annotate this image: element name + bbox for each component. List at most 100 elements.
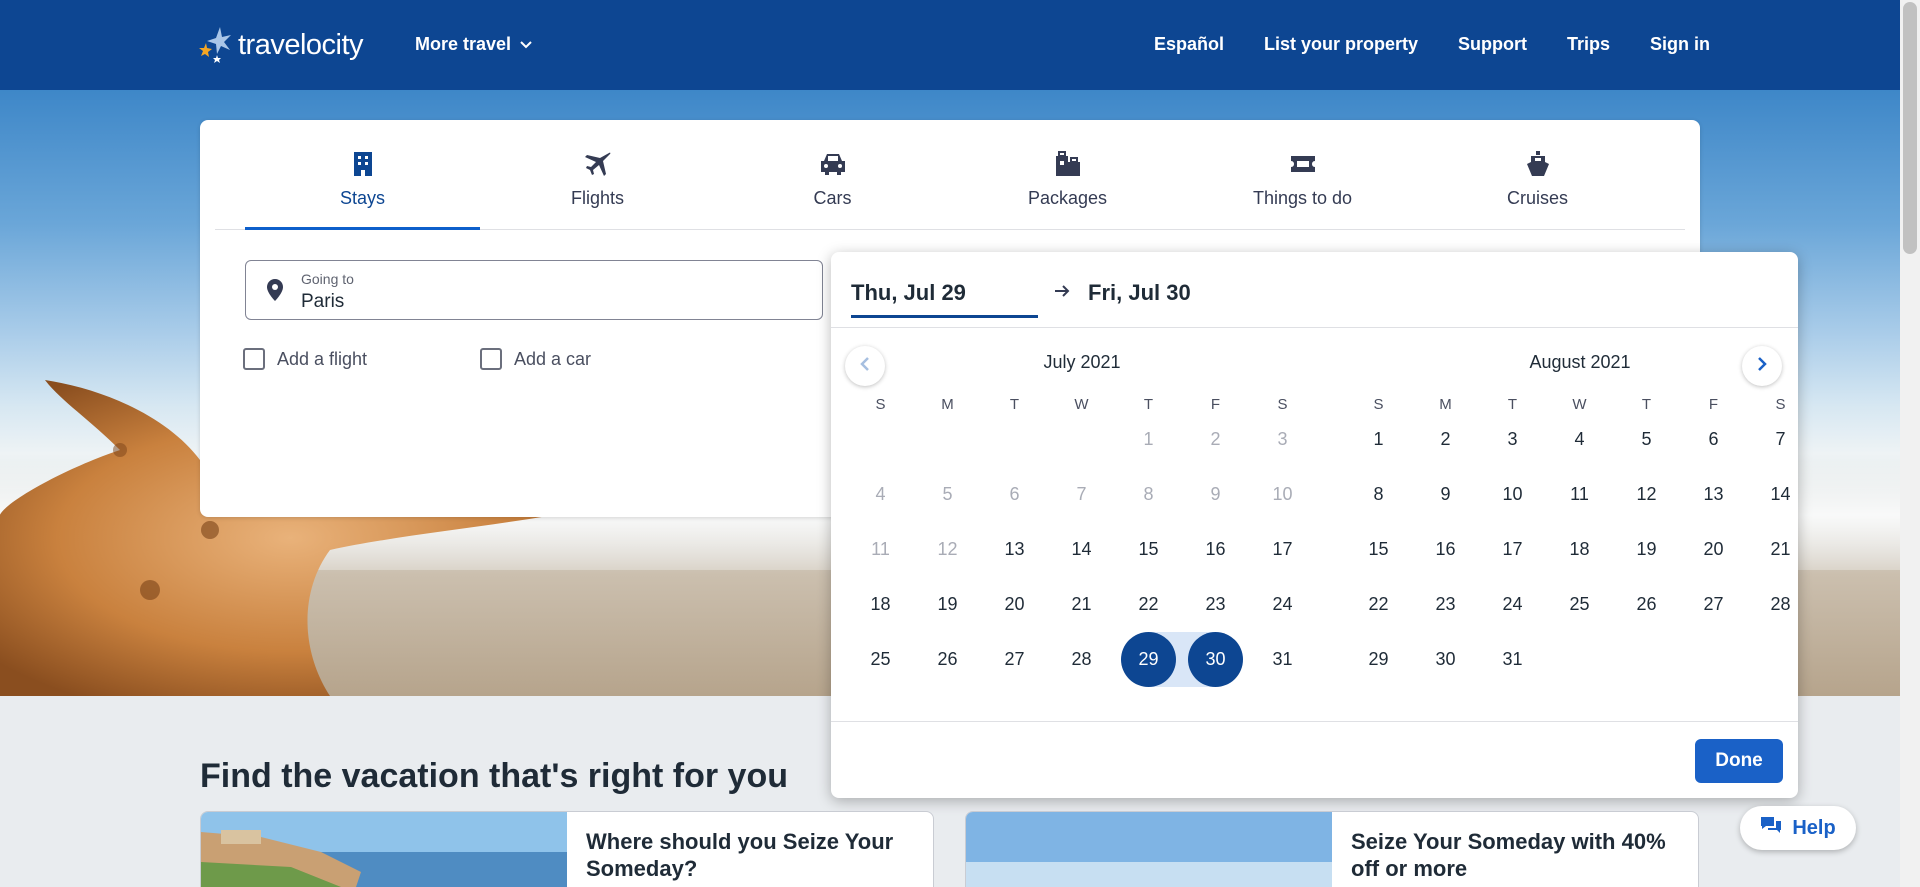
calendar-day: 4	[875, 484, 886, 504]
calendar-day[interactable]: 29	[1115, 632, 1182, 687]
calendar-day[interactable]: 26	[1613, 577, 1680, 632]
calendar-day[interactable]: 22	[1345, 577, 1412, 632]
date-picker-header: Thu, Jul 29 Fri, Jul 30	[831, 252, 1798, 328]
tab-stays[interactable]: Stays	[245, 120, 480, 230]
calendar-day[interactable]: 4	[1546, 412, 1613, 467]
calendar-day[interactable]: 7	[1747, 412, 1814, 467]
calendar-day[interactable]: 13	[981, 522, 1048, 577]
add-flight-checkbox[interactable]: Add a flight	[243, 348, 367, 370]
calendar-day[interactable]: 25	[847, 632, 914, 687]
calendar-day: 9	[1210, 484, 1221, 504]
date-picker-popup: Thu, Jul 29 Fri, Jul 30 July 2021 S M T W T F…	[831, 252, 1798, 798]
calendar-day[interactable]: 18	[847, 577, 914, 632]
calendar-day[interactable]: 22	[1115, 577, 1182, 632]
promo-card[interactable]: Where should you Seize Your Someday?	[200, 811, 934, 887]
calendar-day[interactable]: 20	[981, 577, 1048, 632]
travelocity-logo[interactable]: travelocity	[198, 22, 364, 68]
calendar-day[interactable]: 1	[1345, 412, 1412, 467]
calendar-day[interactable]: 15	[1115, 522, 1182, 577]
calendar-day[interactable]: 26	[914, 632, 981, 687]
calendar-day[interactable]: 23	[1412, 577, 1479, 632]
weekday-label: M	[941, 396, 954, 413]
page-scrollbar[interactable]	[1900, 0, 1920, 887]
calendar-day[interactable]: 16	[1182, 522, 1249, 577]
done-button[interactable]: Done	[1695, 739, 1783, 783]
weekday-label: S	[1775, 396, 1786, 413]
calendar-day[interactable]: 21	[1048, 577, 1115, 632]
calendar-day[interactable]: 3	[1479, 412, 1546, 467]
calendar-day[interactable]: 30	[1412, 632, 1479, 687]
more-travel-menu[interactable]: More travel	[415, 34, 533, 55]
weekday-label: T	[1641, 396, 1652, 413]
calendar-day[interactable]: 17	[1249, 522, 1316, 577]
calendar-day[interactable]: 13	[1680, 467, 1747, 522]
search-tabs: Stays Flights Cars Packages Things to do	[215, 120, 1685, 230]
promo-title: Where should you Seize Your Someday?	[586, 829, 894, 881]
calendar-day[interactable]: 24	[1479, 577, 1546, 632]
calendar-day[interactable]: 23	[1182, 577, 1249, 632]
calendar-day[interactable]: 24	[1249, 577, 1316, 632]
add-flight-label: Add a flight	[277, 348, 368, 369]
calendar-day[interactable]: 14	[1747, 467, 1814, 522]
list-property-link[interactable]: List your property	[1264, 34, 1418, 55]
going-to-field[interactable]: Going to Paris	[245, 260, 823, 320]
calendar-day[interactable]: 28	[1747, 577, 1814, 632]
tab-cars[interactable]: Cars	[715, 120, 950, 230]
calendar-day[interactable]: 8	[1345, 467, 1412, 522]
going-to-label: Going to	[301, 271, 354, 287]
calendar-day[interactable]: 21	[1747, 522, 1814, 577]
promo-image	[966, 812, 1332, 887]
add-car-checkbox[interactable]: Add a car	[480, 348, 591, 370]
help-button[interactable]: Help	[1740, 806, 1856, 850]
calendar-day[interactable]: 18	[1546, 522, 1613, 577]
calendar-day[interactable]: 27	[1680, 577, 1747, 632]
calendar-day: 3	[1277, 429, 1288, 449]
check-out-date[interactable]: Fri, Jul 30	[1088, 280, 1191, 306]
scrollbar-thumb[interactable]	[1903, 2, 1917, 254]
calendar-day[interactable]: 25	[1546, 577, 1613, 632]
calendar-day[interactable]: 29	[1345, 632, 1412, 687]
date-picker-divider	[831, 721, 1798, 722]
calendar-day[interactable]: 28	[1048, 632, 1115, 687]
calendar-day[interactable]: 30	[1182, 632, 1249, 687]
calendar-day[interactable]: 17	[1479, 522, 1546, 577]
calendar-day: 11	[871, 539, 890, 559]
calendar-day: 2	[1210, 429, 1221, 449]
calendar-day[interactable]: 9	[1412, 467, 1479, 522]
calendar-day[interactable]: 12	[1613, 467, 1680, 522]
calendar-day[interactable]: 11	[1546, 467, 1613, 522]
selected-day: 29	[1121, 632, 1176, 687]
checkbox-box	[243, 348, 265, 370]
calendar-day[interactable]: 10	[1479, 467, 1546, 522]
tab-label: Flights	[570, 188, 624, 208]
calendar-day[interactable]: 19	[1613, 522, 1680, 577]
promo-card[interactable]: Seize Your Someday with 40% off or more	[965, 811, 1699, 887]
calendar-day[interactable]: 6	[1680, 412, 1747, 467]
tab-flights[interactable]: Flights	[480, 120, 715, 230]
tab-things-to-do[interactable]: Things to do	[1185, 120, 1420, 230]
calendar-day[interactable]: 20	[1680, 522, 1747, 577]
calendar-day[interactable]: 19	[914, 577, 981, 632]
calendar-day: 8	[1143, 484, 1154, 504]
calendar-day[interactable]: 27	[981, 632, 1048, 687]
calendar-day[interactable]: 15	[1345, 522, 1412, 577]
calendar-day[interactable]: 14	[1048, 522, 1115, 577]
more-travel-label: More travel	[415, 34, 512, 54]
calendar-day: 10	[1272, 484, 1293, 504]
promo-image	[201, 812, 567, 887]
check-in-date[interactable]: Thu, Jul 29	[851, 280, 1038, 318]
weekday-label: S	[1373, 396, 1384, 413]
trips-link[interactable]: Trips	[1567, 34, 1610, 55]
chat-bubbles-icon	[1760, 815, 1782, 841]
calendar-day[interactable]: 31	[1479, 632, 1546, 687]
language-link[interactable]: Español	[1154, 34, 1224, 55]
calendar-day[interactable]: 5	[1613, 412, 1680, 467]
support-link[interactable]: Support	[1458, 34, 1527, 55]
sign-in-link[interactable]: Sign in	[1650, 34, 1710, 55]
tab-packages[interactable]: Packages	[950, 120, 1185, 230]
calendar-day[interactable]: 2	[1412, 412, 1479, 467]
selected-day: 30	[1188, 632, 1243, 687]
tab-cruises[interactable]: Cruises	[1420, 120, 1655, 230]
calendar-day[interactable]: 16	[1412, 522, 1479, 577]
calendar-day[interactable]: 31	[1249, 632, 1316, 687]
